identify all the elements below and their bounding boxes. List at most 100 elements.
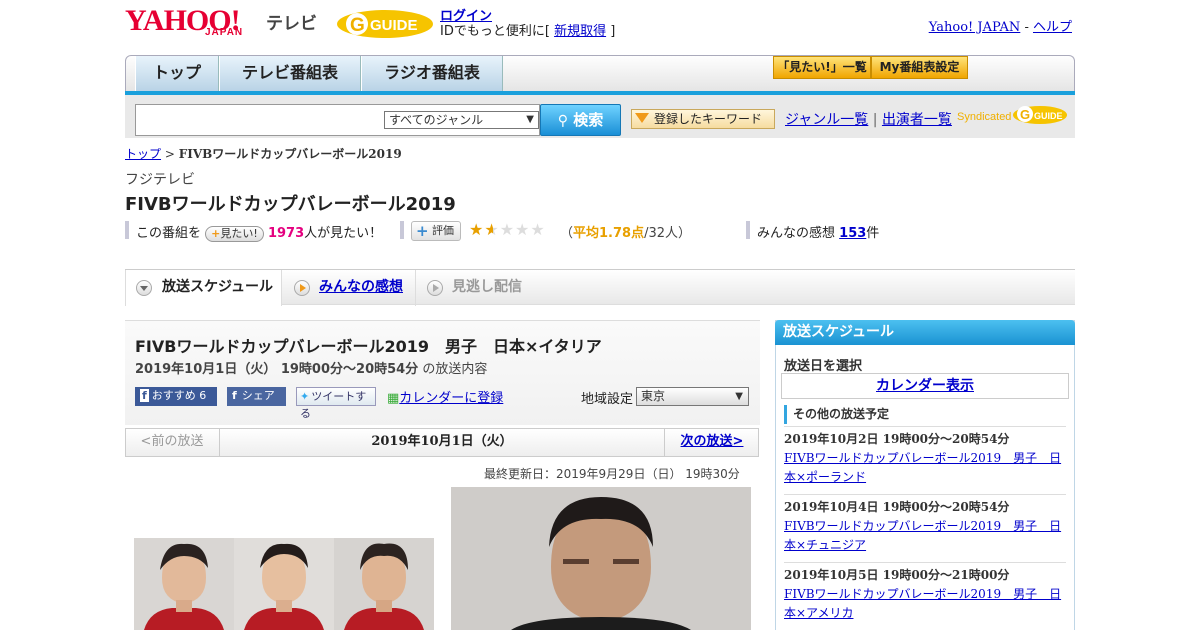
facebook-share-label: シェア xyxy=(241,389,275,402)
keyword-button[interactable]: 登録したキーワード xyxy=(631,109,775,129)
coach-photo xyxy=(451,487,751,630)
nav-tab-top[interactable]: トップ xyxy=(135,56,219,91)
rating-stars: ★★★★★ xyxy=(469,220,546,239)
episode-title: FIVBワールドカップバレーボール2019 男子 日本×イタリア xyxy=(135,337,602,356)
plus-icon: + xyxy=(416,222,429,240)
top-links-separator: - xyxy=(1020,20,1033,35)
gguide-logo: G G GUIDE xyxy=(337,10,433,38)
register-link[interactable]: 新規取得 xyxy=(554,24,606,39)
calendar-plus-icon: ▦ xyxy=(387,391,400,406)
facebook-recommend-button[interactable]: f おすすめ 6 xyxy=(135,387,217,406)
star-empty-icon: ★ xyxy=(515,220,531,239)
play-icon xyxy=(427,280,443,296)
id-promo-prefix: IDでもっと便利に[ xyxy=(440,24,555,39)
facebook-icon: f xyxy=(140,389,149,402)
other-schedule-header: その他の放送予定 xyxy=(784,405,1066,424)
want-suffix: 人が見たい！ xyxy=(304,226,383,241)
want-button-label: 見たい! xyxy=(220,226,258,240)
schedule-title-link[interactable]: FIVBワールドカップバレーボール2019 男子 日本×アメリカ xyxy=(784,587,1061,620)
breadcrumb-top-link[interactable]: トップ xyxy=(125,147,161,161)
coach-portrait-image xyxy=(451,487,751,630)
calendar-register-link[interactable]: カレンダーに登録 xyxy=(399,391,503,406)
facebook-share-button[interactable]: f シェア xyxy=(227,387,286,406)
search-links: ジャンル一覧 | 出演者一覧 xyxy=(785,109,952,129)
reviews-count-link[interactable]: 153 xyxy=(839,226,866,241)
nav-tab-tv-schedule[interactable]: テレビ番組表 xyxy=(219,56,361,91)
svg-text:GUIDE: GUIDE xyxy=(370,17,418,34)
select-date-label: 放送日を選択 xyxy=(784,359,863,374)
dropdown-triangle-icon xyxy=(635,113,649,123)
performer-list-link[interactable]: 出演者一覧 xyxy=(882,112,952,128)
current-date: 2019年10月1日（火） xyxy=(371,434,513,449)
tab-reviews-label: みんなの感想 xyxy=(319,279,403,295)
schedule-date: 2019年10月4日 19時00分～20時54分 xyxy=(784,500,1010,514)
tv-logo[interactable]: テレビ xyxy=(266,9,317,34)
episode-date-value: 2019年10月1日（火） 19時00分～20時54分 xyxy=(135,362,419,377)
svg-text:G: G xyxy=(350,15,365,36)
calendar-button-label: カレンダー表示 xyxy=(876,378,974,394)
calendar-button[interactable]: カレンダー表示 xyxy=(781,373,1069,399)
yahoo-japan-logo-text: JAPAN xyxy=(205,27,244,38)
want-button[interactable]: +見たい! xyxy=(205,225,264,242)
star-empty-icon: ★ xyxy=(499,220,516,239)
rate-button-label: 評価 xyxy=(432,224,454,237)
plus-icon: + xyxy=(211,226,221,240)
average-rating-value: 平均1.78点 xyxy=(573,226,645,241)
genre-list-link[interactable]: ジャンル一覧 xyxy=(785,112,868,128)
star-full-icon: ★ xyxy=(469,220,485,239)
page-title: FIVBワールドカップバレーボール2019 xyxy=(125,194,456,215)
syndicated-gguide-logo: G GUIDE xyxy=(1013,106,1067,124)
reviews-suffix: 件 xyxy=(866,226,880,241)
player-photos xyxy=(134,538,434,630)
divider xyxy=(125,221,129,239)
schedule-title-link[interactable]: FIVBワールドカップバレーボール2019 男子 日本×ポーランド xyxy=(784,451,1061,484)
sidebar-header: 放送スケジュール xyxy=(775,320,1075,345)
last-updated: 最終更新日：2019年9月29日（日） 19時30分 xyxy=(484,467,740,481)
divider xyxy=(400,221,404,239)
chevron-down-icon xyxy=(136,280,152,296)
schedule-date: 2019年10月5日 19時00分～21時00分 xyxy=(784,568,1010,582)
help-link[interactable]: ヘルプ xyxy=(1033,20,1072,35)
facebook-icon: f xyxy=(232,389,237,402)
want-count: 1973 xyxy=(267,226,305,241)
my-schedule-button[interactable]: My番組表設定 xyxy=(871,56,968,79)
facebook-recommend-label: おすすめ 6 xyxy=(151,389,207,402)
region-select-value: 東京 xyxy=(641,389,666,403)
svg-text:GUIDE: GUIDE xyxy=(1034,111,1063,121)
dropdown-arrow-icon: ▼ xyxy=(526,114,534,125)
breadcrumb-current: FIVBワールドカップバレーボール2019 xyxy=(178,147,402,161)
breadcrumb: トップ > FIVBワールドカップバレーボール2019 xyxy=(125,145,402,162)
star-half-icon: ★ xyxy=(484,220,500,239)
reviews-count: みんなの感想 153件 xyxy=(757,222,879,241)
yahoo-japan-link[interactable]: Yahoo! JAPAN xyxy=(929,20,1021,35)
genre-select-value: すべてのジャンル xyxy=(389,113,484,127)
id-promo-text: IDでもっと便利に[ 新規取得 ] xyxy=(440,20,615,39)
dropdown-arrow-icon: ▼ xyxy=(735,391,743,402)
search-button-label: 検索 xyxy=(573,111,604,129)
region-select[interactable]: 東京 ▼ xyxy=(636,387,749,406)
play-icon xyxy=(294,280,310,296)
list-item: 2019年10月2日 19時00分～20時54分 FIVBワールドカップバレーボ… xyxy=(784,426,1066,487)
reviews-prefix: みんなの感想 xyxy=(757,226,836,241)
search-button[interactable]: ⚲ 検索 xyxy=(540,104,621,136)
episode-date: 2019年10月1日（火） 19時00分～20時54分 の放送内容 xyxy=(135,358,487,377)
want-list-button[interactable]: 「見たい!」一覧 xyxy=(773,56,871,79)
genre-select[interactable]: すべてのジャンル ▼ xyxy=(384,111,539,129)
average-rating-count: /32人） xyxy=(644,226,692,241)
schedule-date: 2019年10月2日 19時00分～20時54分 xyxy=(784,432,1010,446)
top-links: Yahoo! JAPAN - ヘルプ xyxy=(929,16,1072,35)
list-item: 2019年10月4日 19時00分～20時54分 FIVBワールドカップバレーボ… xyxy=(784,494,1066,555)
rate-button[interactable]: + 評価 xyxy=(411,221,461,241)
prev-broadcast-link[interactable]: <前の放送 xyxy=(125,428,220,457)
schedule-title-link[interactable]: FIVBワールドカップバレーボール2019 男子 日本×チュニジア xyxy=(784,519,1061,552)
search-icon: ⚲ xyxy=(557,113,568,129)
divider xyxy=(746,221,750,239)
tweet-button[interactable]: ✦ ツイートする xyxy=(296,387,376,420)
player-portraits-image xyxy=(134,538,434,630)
list-item: 2019年10月5日 19時00分～21時00分 FIVBワールドカップバレーボ… xyxy=(784,562,1066,623)
next-broadcast-link[interactable]: 次の放送> xyxy=(664,428,759,457)
want-row: この番組を +見たい! 1973人が見たい！ xyxy=(136,222,382,242)
average-rating-open: （ xyxy=(560,226,574,241)
nav-tab-radio-schedule[interactable]: ラジオ番組表 xyxy=(361,56,503,91)
search-links-separator: | xyxy=(872,112,878,128)
